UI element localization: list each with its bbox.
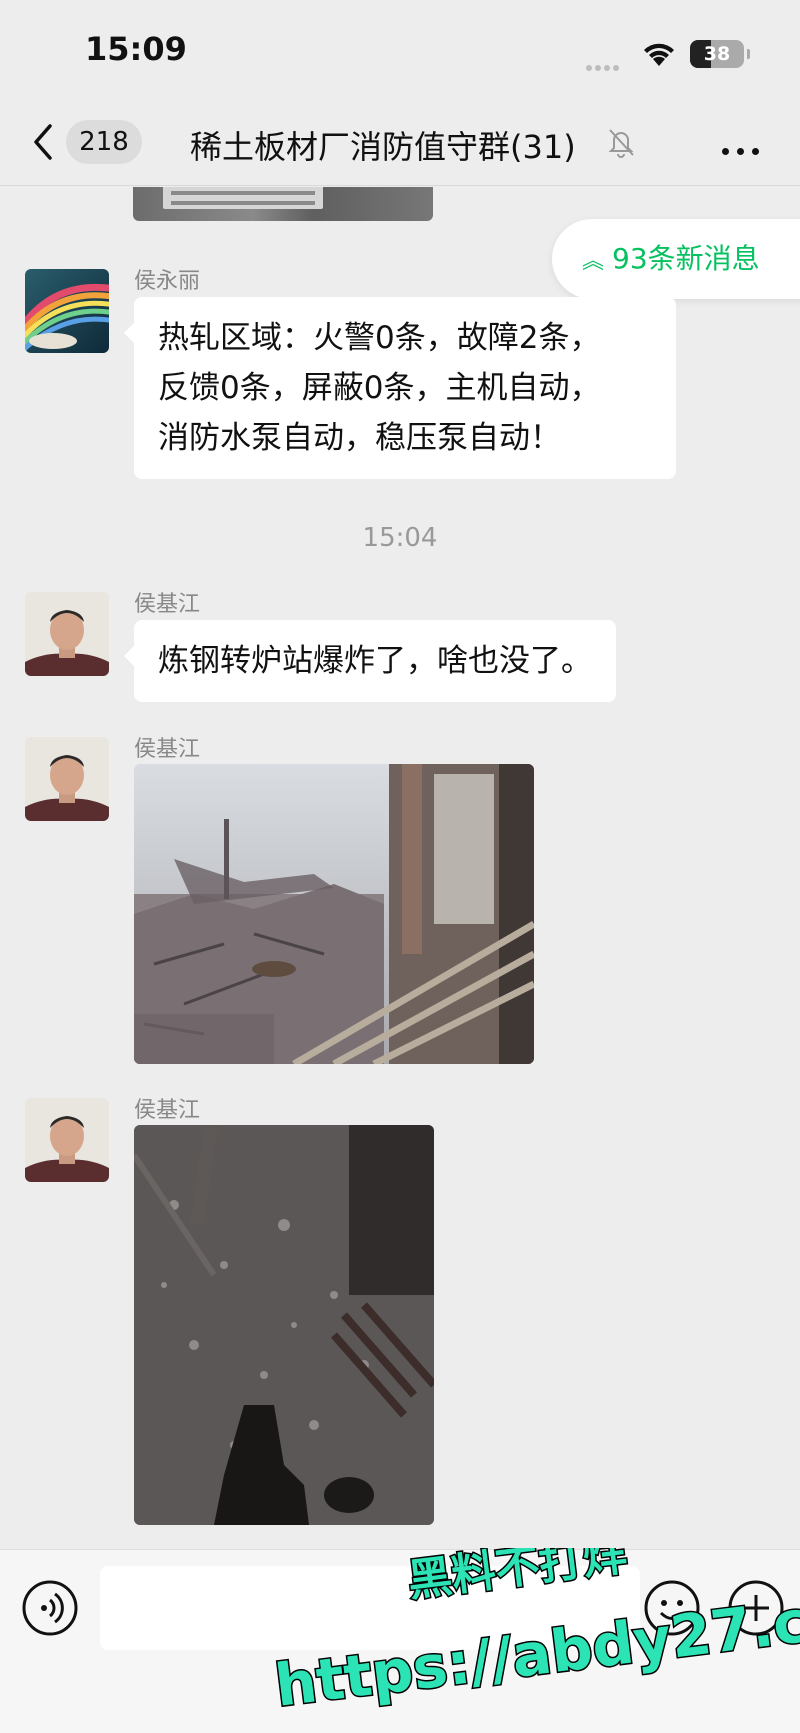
sender-name: 侯基江 xyxy=(134,1098,201,1123)
avatar[interactable] xyxy=(25,592,109,676)
avatar[interactable] xyxy=(25,1098,109,1182)
floor-debris-photo[interactable] xyxy=(134,1125,434,1525)
message-line: 消防水泵自动，稳压泵自动！ xyxy=(158,420,561,456)
new-messages-label: 93条新消息 xyxy=(612,242,760,275)
sender-name: 侯基江 xyxy=(134,737,201,762)
battery-icon: 38 xyxy=(690,40,744,68)
unread-count-badge[interactable]: 218 xyxy=(66,120,142,164)
back-chevron-icon[interactable] xyxy=(30,122,56,166)
avatar[interactable] xyxy=(25,269,109,353)
chat-title[interactable]: 稀土板材厂消防值守群(31) xyxy=(190,122,576,168)
previous-image-message[interactable] xyxy=(133,187,433,221)
battery-cap xyxy=(747,49,750,59)
timestamp: 15:04 xyxy=(362,523,438,553)
chat-area[interactable]: ︽ 93条新消息 侯永丽 热轧区域：火警0条，故障2条， 反馈0条，屏蔽0条，主机… xyxy=(0,187,800,1549)
message-line: 热轧区域：火警0条，故障2条， xyxy=(158,320,601,356)
battery-level: 38 xyxy=(703,43,731,65)
watermark-line-2: https://abdy27.com xyxy=(271,1575,800,1720)
sender-name: 侯永丽 xyxy=(134,269,201,294)
status-bar: 15:09 38 xyxy=(0,0,800,100)
explosion-debris-photo[interactable] xyxy=(134,764,534,1064)
avatar[interactable] xyxy=(25,737,109,821)
nav-bar: 218 稀土板材厂消防值守群(31) xyxy=(0,100,800,186)
sender-name: 侯基江 xyxy=(134,592,201,617)
watermark: 黑料不打烊 https://abdy27.com xyxy=(270,1528,800,1728)
voice-icon[interactable] xyxy=(22,1580,78,1640)
watermark-line-1: 黑料不打烊 xyxy=(405,1548,630,1607)
mute-bell-icon xyxy=(606,126,636,162)
signal-icon xyxy=(586,56,622,75)
wifi-icon xyxy=(640,38,678,72)
status-time: 15:09 xyxy=(85,30,187,68)
message-bubble[interactable]: 热轧区域：火警0条，故障2条， 反馈0条，屏蔽0条，主机自动， 消防水泵自动，稳… xyxy=(124,297,676,479)
message-line: 反馈0条，屏蔽0条，主机自动， xyxy=(158,370,601,406)
new-messages-button[interactable]: ︽ 93条新消息 xyxy=(552,219,800,299)
message-bubble[interactable]: 炼钢转炉站爆炸了，啥也没了。 xyxy=(124,620,616,702)
double-chevron-up-icon: ︽ xyxy=(582,249,605,274)
message-line: 炼钢转炉站爆炸了，啥也没了。 xyxy=(158,643,592,679)
more-icon[interactable] xyxy=(722,140,767,159)
